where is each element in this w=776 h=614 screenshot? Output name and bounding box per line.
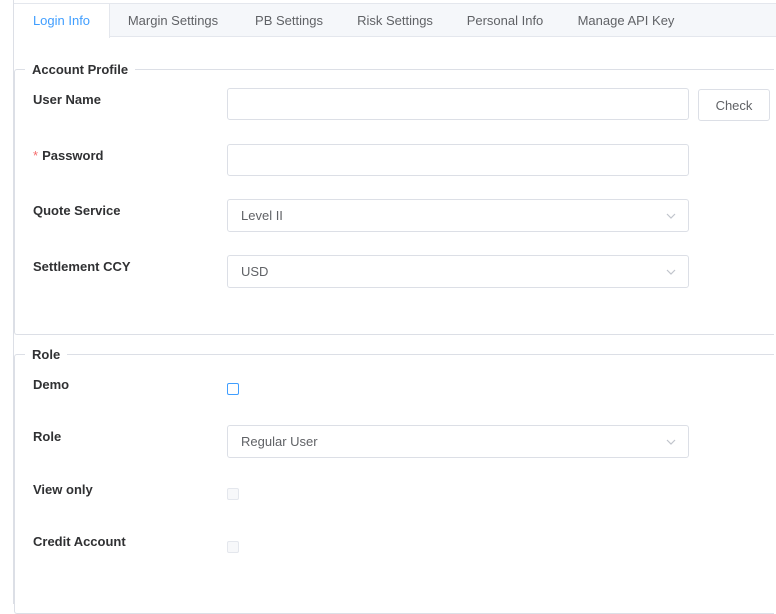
password-label: * Password bbox=[33, 148, 103, 163]
password-input[interactable] bbox=[227, 144, 689, 176]
demo-label: Demo bbox=[33, 377, 70, 392]
chevron-down-icon bbox=[666, 439, 676, 445]
role-section: Role bbox=[14, 347, 774, 614]
chevron-down-icon bbox=[666, 213, 676, 219]
chevron-down-icon bbox=[666, 269, 676, 275]
check-button[interactable]: Check bbox=[698, 89, 770, 121]
quote-service-value: Level II bbox=[241, 208, 283, 223]
view-only-checkbox[interactable] bbox=[227, 488, 239, 500]
demo-checkbox[interactable] bbox=[227, 383, 239, 395]
settlement-ccy-select[interactable]: USD bbox=[227, 255, 689, 288]
tab-login-info[interactable]: Login Info bbox=[14, 4, 110, 38]
role-select[interactable]: Regular User bbox=[227, 425, 689, 458]
tab-personal-info[interactable]: Personal Info bbox=[448, 4, 562, 37]
credit-account-label: Credit Account bbox=[33, 534, 126, 549]
tab-margin-settings[interactable]: Margin Settings bbox=[110, 4, 236, 37]
role-value: Regular User bbox=[241, 434, 318, 449]
settlement-ccy-label: Settlement CCY bbox=[33, 259, 131, 274]
user-name-input[interactable] bbox=[227, 88, 689, 120]
password-label-text: Password bbox=[42, 148, 104, 163]
tab-manage-api-key[interactable]: Manage API Key bbox=[562, 4, 690, 37]
view-only-label: View only bbox=[33, 482, 93, 497]
tab-risk-settings[interactable]: Risk Settings bbox=[342, 4, 448, 37]
tab-pb-settings[interactable]: PB Settings bbox=[236, 4, 342, 37]
required-mark: * bbox=[33, 148, 39, 163]
tab-bar: Login Info Margin Settings PB Settings R… bbox=[14, 3, 776, 38]
credit-account-checkbox[interactable] bbox=[227, 541, 239, 553]
role-legend: Role bbox=[25, 347, 68, 363]
user-name-label: User Name bbox=[33, 92, 101, 107]
quote-service-select[interactable]: Level II bbox=[227, 199, 689, 232]
account-profile-legend: Account Profile bbox=[25, 62, 136, 78]
role-label: Role bbox=[33, 429, 62, 444]
quote-service-label: Quote Service bbox=[33, 203, 121, 218]
settlement-ccy-value: USD bbox=[241, 264, 269, 279]
